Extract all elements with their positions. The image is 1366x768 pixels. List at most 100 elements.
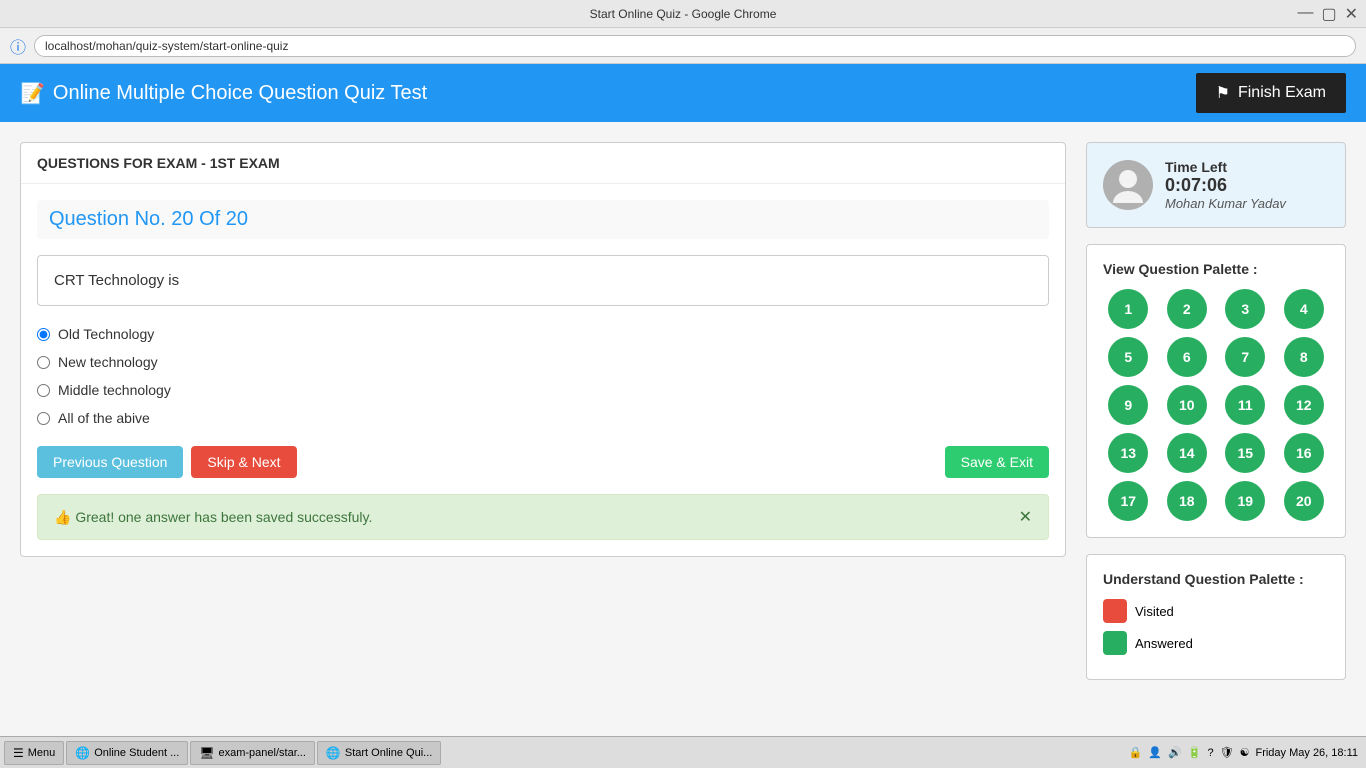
palette-number-13[interactable]: 13 xyxy=(1108,433,1148,473)
timer-info: Time Left 0:07:06 Mohan Kumar Yadav xyxy=(1165,159,1286,211)
list-item: All of the abive xyxy=(37,410,1049,426)
right-panel: Time Left 0:07:06 Mohan Kumar Yadav View… xyxy=(1086,142,1346,680)
visited-dot xyxy=(1103,599,1127,623)
palette-grid: 1234567891011121314151617181920 xyxy=(1103,289,1329,521)
question-number: Question No. 20 Of 20 xyxy=(37,200,1049,239)
palette-number-4[interactable]: 4 xyxy=(1284,289,1324,329)
palette-number-15[interactable]: 15 xyxy=(1225,433,1265,473)
option-1-label[interactable]: Old Technology xyxy=(58,326,154,342)
legend-visited: Visited xyxy=(1103,599,1329,623)
finish-exam-label: Finish Exam xyxy=(1238,84,1326,102)
exam-panel-label: exam-panel/star... xyxy=(218,747,305,759)
menu-icon: ☰ xyxy=(13,746,24,760)
monitor-icon: 🖥 xyxy=(199,746,214,760)
exam-name: 1ST EXAM xyxy=(210,155,280,171)
question-icon: ? xyxy=(1208,747,1214,759)
answered-label: Answered xyxy=(1135,636,1193,651)
option-2-label[interactable]: New technology xyxy=(58,354,158,370)
legend-title: Understand Question Palette : xyxy=(1103,571,1329,587)
list-item: Middle technology xyxy=(37,382,1049,398)
palette-number-8[interactable]: 8 xyxy=(1284,337,1324,377)
user-icon: 👤 xyxy=(1148,746,1162,759)
battery-icon: 🔋 xyxy=(1188,746,1202,759)
flag-icon: ⚑ xyxy=(1216,83,1230,103)
option-4-radio[interactable] xyxy=(37,412,50,425)
question-text: CRT Technology is xyxy=(37,255,1049,306)
palette-number-3[interactable]: 3 xyxy=(1225,289,1265,329)
start-quiz-label: Start Online Qui... xyxy=(345,747,432,759)
taskbar-right: 🔒 👤 🔊 🔋 ? 🛡 ☯ Friday May 26, 18:11 xyxy=(1129,746,1362,759)
avatar xyxy=(1103,160,1153,210)
user-name: Mohan Kumar Yadav xyxy=(1165,196,1286,211)
bluetooth-icon: ☯ xyxy=(1240,746,1250,759)
exam-container: QUESTIONS FOR EXAM - 1ST EXAM Question N… xyxy=(20,142,1066,557)
browser-addressbar: ⓘ localhost/mohan/quiz-system/start-onli… xyxy=(0,28,1366,64)
palette-number-10[interactable]: 10 xyxy=(1167,385,1207,425)
left-buttons: Previous Question Skip & Next xyxy=(37,446,297,478)
action-buttons-row: Previous Question Skip & Next Save & Exi… xyxy=(37,446,1049,478)
time-left-label: Time Left xyxy=(1165,159,1286,175)
legend-box: Understand Question Palette : Visited An… xyxy=(1086,554,1346,680)
answered-dot xyxy=(1103,631,1127,655)
shield-icon: 🛡 xyxy=(1220,746,1234,759)
palette-number-5[interactable]: 5 xyxy=(1108,337,1148,377)
success-alert: 👍 Great! one answer has been saved succe… xyxy=(37,494,1049,540)
security-icon: ⓘ xyxy=(10,34,26,58)
app-header: 📝 Online Multiple Choice Question Quiz T… xyxy=(0,64,1366,122)
list-item: Old Technology xyxy=(37,326,1049,342)
close-button[interactable]: ✕ xyxy=(1345,4,1358,24)
list-item: New technology xyxy=(37,354,1049,370)
palette-box: View Question Palette : 1234567891011121… xyxy=(1086,244,1346,538)
palette-number-14[interactable]: 14 xyxy=(1167,433,1207,473)
taskbar-menu[interactable]: ☰ Menu xyxy=(4,741,64,765)
option-2-radio[interactable] xyxy=(37,356,50,369)
globe-icon-2: 🌐 xyxy=(326,746,341,760)
questions-label: QUESTIONS FOR EXAM - xyxy=(37,155,210,171)
palette-number-12[interactable]: 12 xyxy=(1284,385,1324,425)
palette-number-6[interactable]: 6 xyxy=(1167,337,1207,377)
browser-title: Start Online Quiz - Google Chrome xyxy=(590,7,777,21)
url-bar[interactable]: localhost/mohan/quiz-system/start-online… xyxy=(34,35,1356,57)
palette-title: View Question Palette : xyxy=(1103,261,1329,277)
previous-question-button[interactable]: Previous Question xyxy=(37,446,183,478)
close-alert-button[interactable]: ✕ xyxy=(1019,507,1032,527)
palette-number-7[interactable]: 7 xyxy=(1225,337,1265,377)
palette-number-1[interactable]: 1 xyxy=(1108,289,1148,329)
taskbar-online-student[interactable]: 🌐 Online Student ... xyxy=(66,741,188,765)
time-value: 0:07:06 xyxy=(1165,175,1286,196)
palette-number-18[interactable]: 18 xyxy=(1167,481,1207,521)
minimize-button[interactable]: — xyxy=(1297,4,1313,24)
menu-label: Menu xyxy=(28,747,56,759)
options-list: Old Technology New technology Middle tec… xyxy=(37,326,1049,426)
option-1-radio[interactable] xyxy=(37,328,50,341)
option-3-radio[interactable] xyxy=(37,384,50,397)
window-controls[interactable]: — ▢ ✕ xyxy=(1297,4,1358,24)
palette-number-2[interactable]: 2 xyxy=(1167,289,1207,329)
lock-icon: 🔒 xyxy=(1129,746,1143,759)
globe-icon-1: 🌐 xyxy=(75,746,90,760)
timer-box: Time Left 0:07:06 Mohan Kumar Yadav xyxy=(1086,142,1346,228)
skip-next-button[interactable]: Skip & Next xyxy=(191,446,296,478)
save-exit-button[interactable]: Save & Exit xyxy=(945,446,1049,478)
success-message: 👍 Great! one answer has been saved succe… xyxy=(54,509,372,526)
palette-number-20[interactable]: 20 xyxy=(1284,481,1324,521)
palette-number-9[interactable]: 9 xyxy=(1108,385,1148,425)
online-student-label: Online Student ... xyxy=(94,747,179,759)
taskbar-exam-panel[interactable]: 🖥 exam-panel/star... xyxy=(190,741,315,765)
volume-icon: 🔊 xyxy=(1168,746,1182,759)
legend-answered: Answered xyxy=(1103,631,1329,655)
book-icon: 📝 xyxy=(20,81,45,106)
finish-exam-button[interactable]: ⚑ Finish Exam xyxy=(1196,73,1346,113)
visited-label: Visited xyxy=(1135,604,1174,619)
taskbar: ☰ Menu 🌐 Online Student ... 🖥 exam-panel… xyxy=(0,736,1366,768)
palette-number-11[interactable]: 11 xyxy=(1225,385,1265,425)
option-4-label[interactable]: All of the abive xyxy=(58,410,150,426)
left-panel: QUESTIONS FOR EXAM - 1ST EXAM Question N… xyxy=(20,142,1066,680)
maximize-button[interactable]: ▢ xyxy=(1321,4,1336,24)
palette-number-17[interactable]: 17 xyxy=(1108,481,1148,521)
exam-header: QUESTIONS FOR EXAM - 1ST EXAM xyxy=(21,143,1065,184)
palette-number-16[interactable]: 16 xyxy=(1284,433,1324,473)
taskbar-start-quiz[interactable]: 🌐 Start Online Qui... xyxy=(317,741,441,765)
palette-number-19[interactable]: 19 xyxy=(1225,481,1265,521)
option-3-label[interactable]: Middle technology xyxy=(58,382,171,398)
